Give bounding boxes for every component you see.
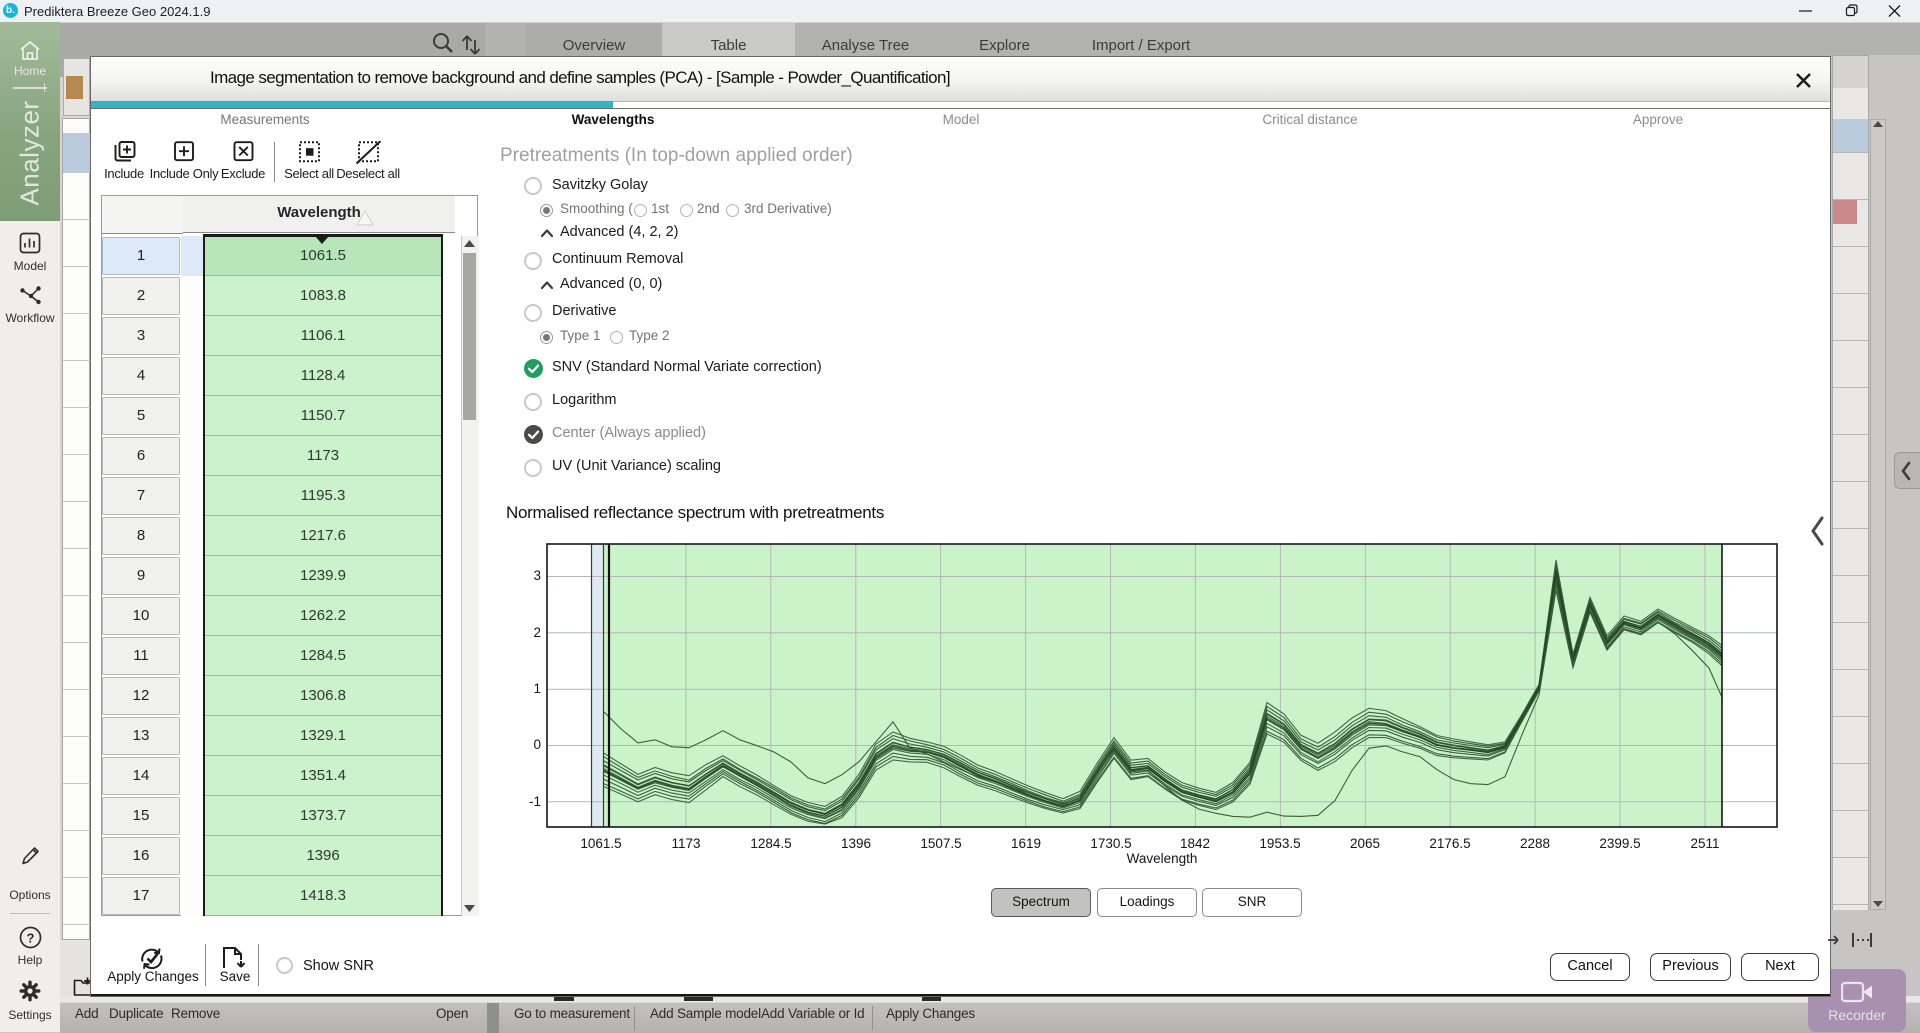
svg-text:?: ? [27, 931, 35, 946]
